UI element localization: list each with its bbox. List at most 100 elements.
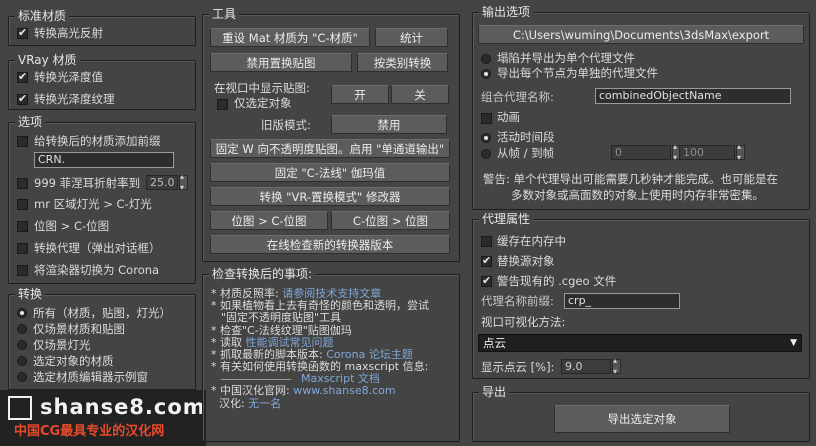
to-frame-input[interactable]: 100	[679, 145, 735, 160]
post-convert-title: 检查转换后的事项:	[209, 266, 316, 282]
translator-name: 无一名	[248, 396, 282, 410]
collapse-export-radio[interactable]	[481, 54, 491, 64]
fresnel-checkbox[interactable]	[17, 178, 28, 189]
watermark-logo: shanse8.com 中国CG最具专业的汉化网	[0, 390, 206, 446]
to-frame-spinner[interactable]	[736, 142, 745, 162]
fresnel-spinner[interactable]	[179, 172, 188, 192]
active-segment-label: 活动时间段	[497, 130, 555, 144]
vray-material-group: VRay 材质 转换光泽度值 转换光泽度纹理	[8, 52, 196, 110]
point-cloud-pct-label: 显示点云 [%]:	[481, 360, 555, 374]
collapse-export-label: 塌陷并导出为单个代理文件	[497, 51, 635, 65]
switch-renderer-label: 将渲染器切换为 Corona	[34, 263, 160, 277]
fresnel-label: 999 菲涅耳折射率到	[34, 176, 141, 190]
export-title: 导出	[479, 384, 510, 400]
replace-source-checkbox[interactable]	[481, 254, 492, 268]
disable-displacement-button[interactable]: 禁用置换贴图	[210, 53, 352, 72]
switch-renderer-checkbox[interactable]	[17, 265, 28, 276]
point-cloud-pct-input[interactable]: 9.0	[561, 359, 611, 374]
statistics-button[interactable]: 统计	[375, 28, 448, 47]
convert-gloss-tex-checkbox[interactable]	[17, 92, 28, 106]
opacity-tool-note: "固定不透明度贴图"工具	[221, 311, 342, 325]
legacy-disable-button[interactable]: 禁用	[331, 115, 447, 134]
point-cloud-pct-spinner[interactable]	[612, 356, 621, 376]
export-options-group: 输出选项 C:\Users\wuming\Documents\3dsMax\ex…	[472, 4, 810, 210]
convert-gloss-tex-label: 转换光泽度纹理	[34, 92, 115, 106]
editor-slots-radio[interactable]	[17, 372, 27, 382]
read-note: * 读取	[211, 335, 242, 349]
export-path-button[interactable]: C:\Users\wuming\Documents\3dsMax\export	[478, 25, 804, 44]
bitmap-checkbox[interactable]	[17, 221, 28, 232]
convert-proxy-checkbox[interactable]	[17, 243, 28, 254]
options-group: 选项 给转换后的材质添加前缀 CRN. 999 菲涅耳折射率到 25.0 mr …	[8, 114, 196, 284]
export-group: 导出 导出选定对象	[472, 384, 810, 442]
frame-range-radio[interactable]	[481, 149, 491, 159]
scene-lights-radio[interactable]	[17, 340, 27, 350]
mr-area-label: mr 区域灯光 > C-灯光	[34, 197, 152, 211]
tools-group: 工具 重设 Mat 材质为 "C-材质" 统计 禁用置换贴图 按类别转换 在视口…	[202, 6, 460, 262]
fresnel-input[interactable]: 25.0	[146, 175, 178, 190]
replace-source-label: 替换源对象	[497, 254, 555, 268]
selected-objects-radio[interactable]	[17, 356, 27, 366]
logo-emblem-icon	[8, 396, 32, 420]
bitmap-to-cbitmap-button[interactable]: 位图 > C-位图	[210, 211, 328, 230]
frame-range-label: 从帧 / 到帧	[497, 146, 555, 160]
cache-memory-checkbox[interactable]	[481, 236, 492, 247]
export-options-title: 输出选项	[479, 4, 534, 20]
proxy-prefix-label: 代理名称前缀:	[481, 294, 554, 308]
export-warning-line2: 多数对象或高面数的对象上使用时内存非常密集。	[511, 188, 764, 202]
cbitmap-to-bitmap-button[interactable]: C-位图 > 位图	[331, 211, 450, 230]
post-convert-notes: * 材质反照率: 请参阅技术支持文章 * 如果植物看上去有奇怪的颜色和透明，尝试…	[211, 287, 429, 410]
selected-only-label: 仅选定对象	[234, 96, 292, 110]
vr-displacement-button[interactable]: 转换 "VR-置换模式" 修改器	[210, 187, 450, 206]
selected-only-checkbox[interactable]	[217, 99, 228, 110]
convert-gloss-checkbox[interactable]	[17, 70, 28, 84]
convert-specular-label: 转换高光反射	[34, 26, 103, 40]
convert-group: 转换 所有（材质，贴图，灯光） 仅场景材质和贴图 仅场景灯光 选定对象的材质 选…	[8, 286, 196, 390]
perf-faq-link[interactable]: 性能调试常见问题	[246, 336, 334, 349]
export-each-label: 导出每个节点为单独的代理文件	[497, 66, 658, 80]
mr-area-checkbox[interactable]	[17, 199, 28, 210]
check-update-button[interactable]: 在线检查新的转换器版本	[210, 235, 450, 254]
tools-title: 工具	[209, 6, 240, 22]
std-material-group: 标准材质 转换高光反射	[8, 8, 196, 46]
logo-brand: shanse8.com	[40, 395, 206, 419]
active-segment-radio[interactable]	[481, 133, 491, 143]
show-maps-off-button[interactable]: 关	[391, 85, 449, 104]
scene-lights-label: 仅场景灯光	[33, 338, 91, 352]
viz-method-dropdown[interactable]: 点云 ▼	[478, 334, 802, 352]
reset-mat-button[interactable]: 重设 Mat 材质为 "C-材质"	[210, 28, 370, 47]
legacy-mode-label: 旧版模式:	[261, 118, 311, 132]
scene-mats-label: 仅场景材质和贴图	[33, 322, 125, 336]
convert-by-type-button[interactable]: 按类别转换	[357, 53, 448, 72]
chevron-down-icon: ▼	[790, 338, 797, 348]
proxy-prefix-input[interactable]: crp_	[564, 293, 680, 309]
show-maps-on-button[interactable]: 开	[331, 85, 389, 104]
convert-title: 转换	[15, 286, 46, 302]
convert-specular-checkbox[interactable]	[17, 26, 28, 40]
convert-all-radio[interactable]	[17, 308, 27, 318]
std-material-title: 标准材质	[15, 8, 70, 24]
combined-name-input[interactable]: combinedObjectName	[595, 88, 791, 104]
warn-cgeo-checkbox[interactable]	[481, 274, 492, 288]
show-maps-label: 在视口中显示贴图:	[214, 81, 310, 95]
from-frame-input[interactable]: 0	[611, 145, 671, 160]
export-selected-button[interactable]: 导出选定对象	[554, 405, 730, 433]
viz-method-label: 视口可视化方法:	[481, 315, 566, 329]
viz-method-value: 点云	[483, 336, 506, 350]
bitmap-label: 位图 > C-位图	[34, 219, 110, 233]
maxscript-docs-link[interactable]: Maxscript 文档	[301, 373, 380, 385]
cache-memory-label: 缓存在内存中	[497, 234, 566, 248]
scene-mats-radio[interactable]	[17, 324, 27, 334]
add-prefix-checkbox[interactable]	[17, 136, 28, 147]
fix-opacity-button[interactable]: 固定 W 向不透明度贴图。启用 "单通道输出"	[210, 139, 450, 158]
convert-all-label: 所有（材质，贴图，灯光）	[33, 306, 171, 320]
china-site-link[interactable]: www.shanse8.com	[293, 384, 395, 397]
fix-normal-gamma-button[interactable]: 固定 "C-法线" 伽玛值	[210, 163, 450, 182]
export-each-radio[interactable]	[481, 69, 491, 79]
animation-checkbox[interactable]	[481, 113, 492, 124]
post-convert-group: 检查转换后的事项: * 材质反照率: 请参阅技术支持文章 * 如果植物看上去有奇…	[202, 266, 460, 442]
export-warning-line1: 警告: 单个代理导出可能需要几秒钟才能完成。也可能是在	[483, 172, 779, 186]
convert-proxy-label: 转换代理（弹出对话框）	[34, 241, 161, 255]
prefix-input[interactable]: CRN.	[34, 152, 174, 168]
warn-cgeo-label: 警告现有的 .cgeo 文件	[497, 274, 617, 288]
